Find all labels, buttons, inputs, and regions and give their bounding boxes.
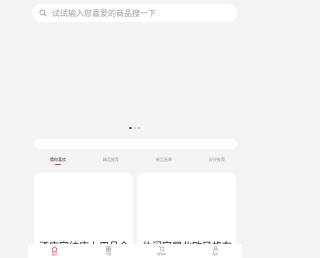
tabbar-label: 购物车 <box>157 252 167 256</box>
tabbar-item-category[interactable]: 分类 <box>93 246 123 256</box>
tabbar-item-profile[interactable]: 我的 <box>200 246 230 256</box>
tabbar-item-home[interactable]: 首页 <box>40 246 70 256</box>
tabbar-label: 我的 <box>212 252 219 256</box>
banner-carousel[interactable] <box>0 26 269 134</box>
bottom-tab-bar: 首页 分类 购物车 我的 <box>28 244 242 258</box>
search-input[interactable]: 试试输入您喜爱的商品搜一下 <box>52 8 156 19</box>
tab-guess-you-like[interactable]: 猜你喜欢 <box>50 157 66 169</box>
tabbar-label: 首页 <box>51 252 58 256</box>
recommend-tabs: 猜你喜欢 精品推荐 新品直降 好评推荐 <box>34 157 237 169</box>
tabbar-label: 分类 <box>105 252 112 256</box>
tab-label: 新品直降 <box>156 157 172 162</box>
tab-label: 猜你喜欢 <box>50 157 66 162</box>
search-icon <box>38 9 47 18</box>
carousel-dot[interactable] <box>134 127 136 129</box>
tab-label: 精品推荐 <box>103 157 119 162</box>
carousel-dot[interactable] <box>138 127 140 129</box>
tab-top-rated[interactable]: 好评推荐 <box>209 157 225 169</box>
notice-bar[interactable] <box>34 139 237 149</box>
tabbar-item-cart[interactable]: 购物车 <box>147 246 177 256</box>
carousel-indicator <box>129 127 140 129</box>
search-bar[interactable]: 试试输入您喜爱的商品搜一下 <box>32 4 237 22</box>
tab-active-underline <box>55 164 61 165</box>
carousel-dot-active[interactable] <box>129 127 132 129</box>
tab-new-deals[interactable]: 新品直降 <box>156 157 172 169</box>
tab-label: 好评推荐 <box>209 157 225 162</box>
tab-featured[interactable]: 精品推荐 <box>103 157 119 169</box>
